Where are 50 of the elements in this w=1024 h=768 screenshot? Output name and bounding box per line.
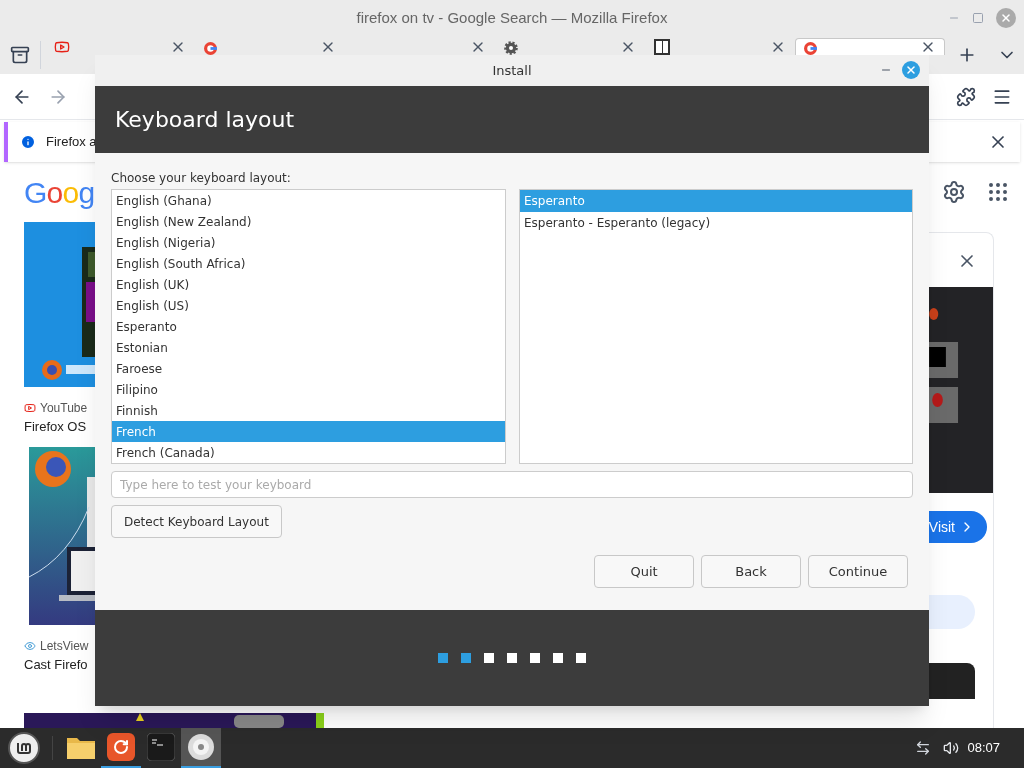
dialog-button[interactable]: Continue bbox=[808, 555, 908, 588]
page-heading: Keyboard layout bbox=[115, 106, 295, 134]
layout-item[interactable]: Filipino bbox=[112, 379, 505, 400]
dialog-button[interactable]: Quit bbox=[594, 555, 694, 588]
close-button[interactable] bbox=[902, 61, 920, 79]
result-source: LetsView bbox=[40, 637, 89, 655]
taskbar-app[interactable] bbox=[181, 728, 221, 768]
layout-item[interactable]: English (US) bbox=[112, 295, 505, 316]
result-title[interactable]: Firefox OS bbox=[24, 417, 87, 437]
layout-item[interactable]: French (Canada) bbox=[112, 442, 505, 463]
network-icon[interactable] bbox=[915, 740, 932, 756]
prompt-label: Choose your keyboard layout: bbox=[111, 170, 292, 187]
detect-layout-button[interactable]: Detect Keyboard Layout bbox=[111, 505, 282, 538]
test-input-field[interactable]: Type here to test your keyboard bbox=[111, 471, 913, 498]
dialog-button[interactable]: Back bbox=[701, 555, 801, 588]
layout-item[interactable]: English (South Africa) bbox=[112, 253, 505, 274]
g-letter-icon bbox=[204, 42, 217, 55]
info-icon bbox=[20, 134, 36, 150]
video-icon bbox=[24, 402, 36, 414]
gear-icon bbox=[504, 41, 518, 55]
disc-icon bbox=[187, 733, 215, 761]
layout-item[interactable]: English (Nigeria) bbox=[112, 232, 505, 253]
tab-list-icon[interactable] bbox=[10, 45, 30, 65]
window-title: firefox on tv - Google Search — Mozilla Firefox bbox=[356, 7, 668, 28]
variant-item[interactable]: Esperanto - Esperanto (legacy) bbox=[520, 212, 912, 234]
result-title[interactable]: Cast Firefo bbox=[24, 654, 88, 674]
layout-item[interactable]: English (New Zealand) bbox=[112, 211, 505, 232]
terminal-icon bbox=[147, 733, 175, 761]
extensions-icon[interactable] bbox=[956, 86, 976, 107]
notification-text: Firefox a bbox=[46, 133, 97, 152]
result-source: YouTube bbox=[40, 400, 88, 417]
window-icon bbox=[654, 39, 670, 55]
video-icon bbox=[54, 39, 70, 55]
settings-icon[interactable] bbox=[942, 180, 966, 204]
clock[interactable]: 08:07 bbox=[967, 738, 1000, 758]
volume-icon[interactable] bbox=[943, 740, 960, 756]
layout-item[interactable]: Estonian bbox=[112, 337, 505, 358]
g-letter-icon bbox=[804, 42, 817, 55]
layout-item[interactable]: English (UK) bbox=[112, 274, 505, 295]
close-icon bbox=[905, 64, 917, 76]
apps-grid-icon[interactable] bbox=[986, 180, 1010, 204]
logo: Goog bbox=[24, 174, 95, 211]
start-menu-icon[interactable] bbox=[8, 732, 40, 764]
layout-item[interactable]: Finnish bbox=[112, 400, 505, 421]
dialog-title: Install bbox=[492, 61, 532, 80]
eye-icon bbox=[24, 639, 36, 652]
close-icon bbox=[1000, 12, 1012, 24]
layout-item[interactable]: English (Ghana) bbox=[112, 190, 505, 211]
layout-item[interactable]: Faroese bbox=[112, 358, 505, 379]
layout-item[interactable]: Esperanto bbox=[112, 316, 505, 337]
